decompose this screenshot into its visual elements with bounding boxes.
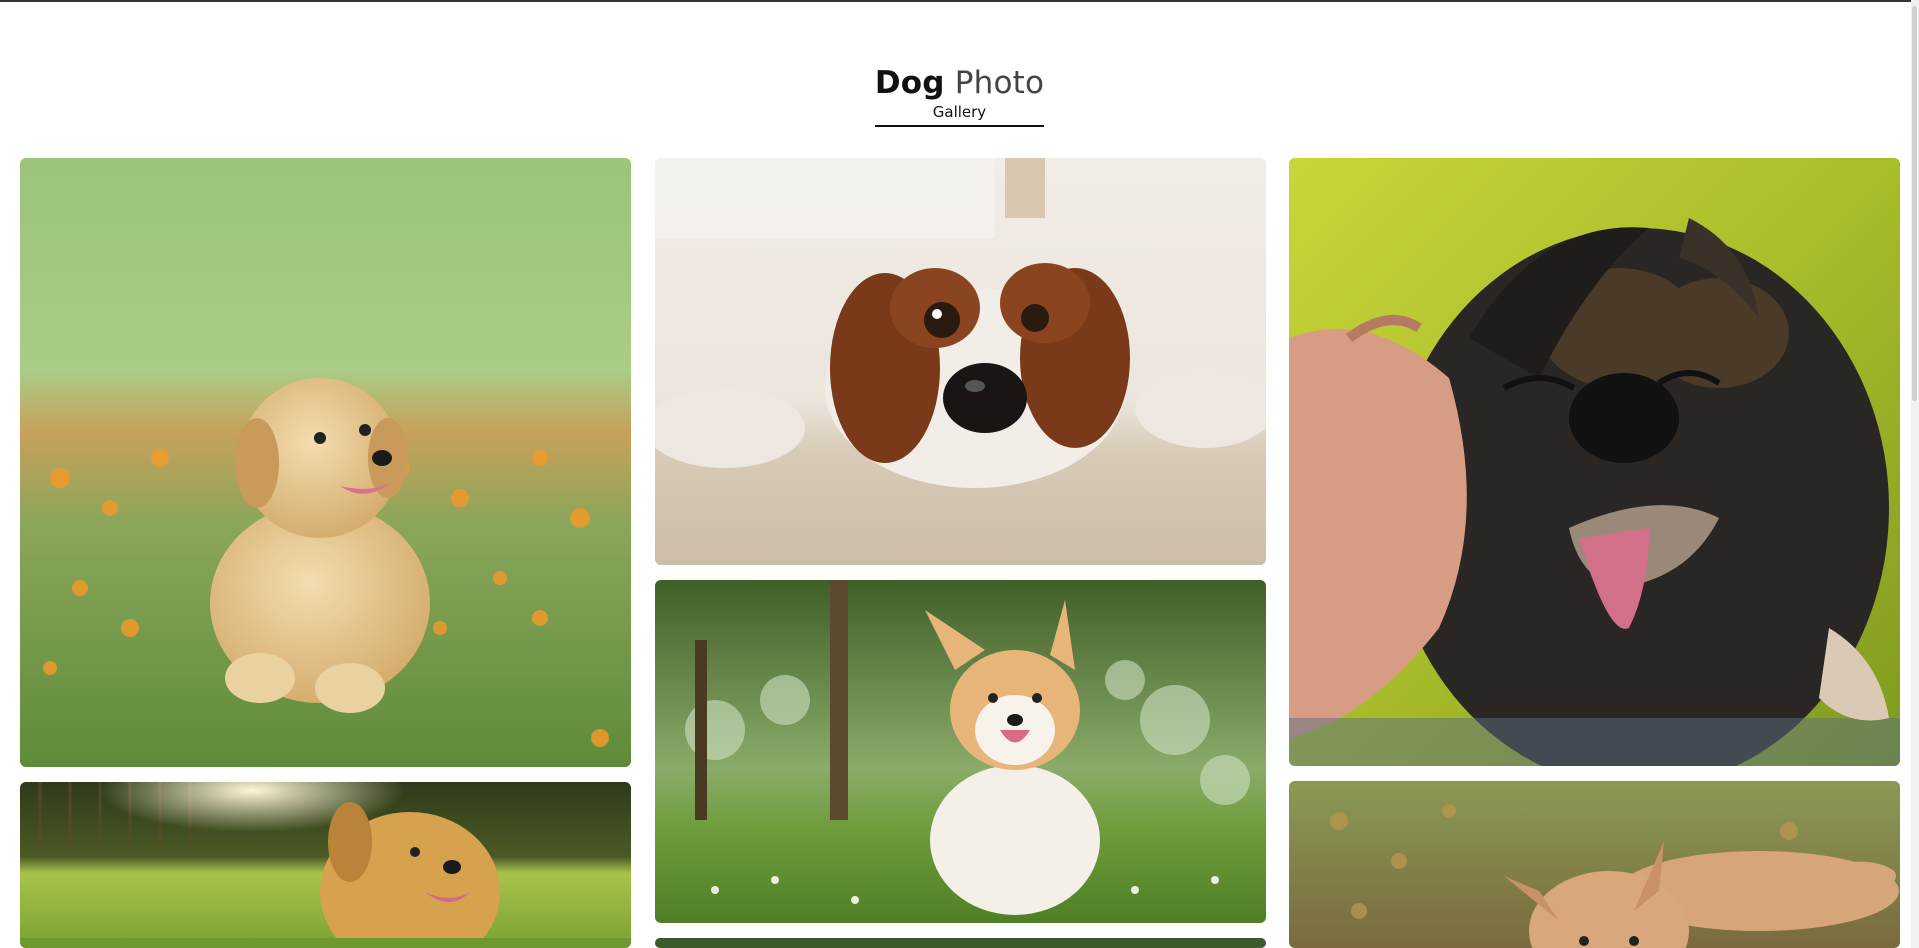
corgi-in-grass-photo[interactable] xyxy=(655,580,1266,923)
title-light: Photo xyxy=(954,65,1045,101)
tan-puppy-leaves-photo[interactable] xyxy=(1289,781,1900,948)
title-strong: Dog xyxy=(874,65,945,101)
golden-retriever-puppy-photo[interactable] xyxy=(20,158,631,767)
spaniel-lying-down-photo[interactable] xyxy=(655,158,1266,565)
page-scrollbar[interactable] xyxy=(1911,0,1919,948)
scrollbar-thumb[interactable] xyxy=(1912,6,1917,401)
page-title: Dog Photo xyxy=(875,64,1044,102)
title-underline: Dog Photo Gallery xyxy=(874,64,1045,127)
golden-retriever-sunlit-photo[interactable] xyxy=(20,782,631,948)
partial-photo-bottom[interactable] xyxy=(655,938,1266,948)
page-subtitle: Gallery xyxy=(932,103,987,121)
gallery-header: Dog Photo Gallery xyxy=(0,64,1919,127)
black-tan-dog-smiling-photo[interactable] xyxy=(1289,158,1900,766)
top-border xyxy=(0,0,1919,2)
